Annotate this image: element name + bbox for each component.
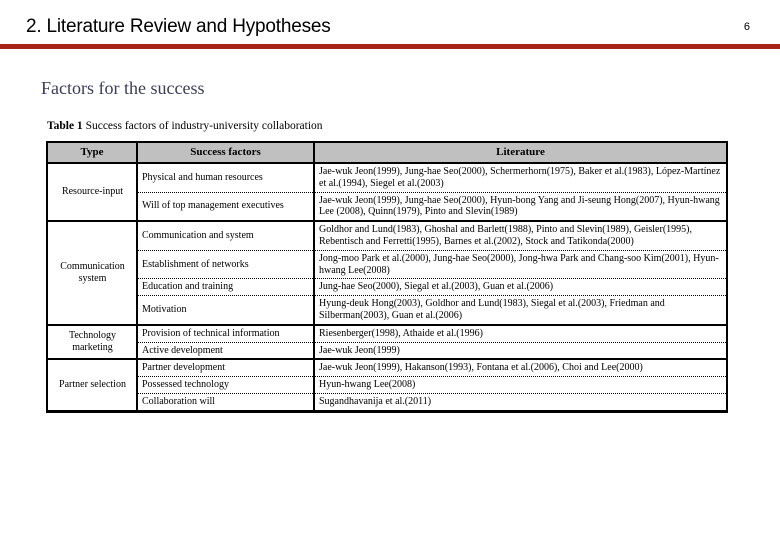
table-caption-text: Success factors of industry-university c…: [85, 120, 323, 132]
cell-literature: Jae-wuk Jeon(1999): [314, 342, 728, 361]
cell-success-factor: Possessed technology: [137, 376, 315, 394]
table-caption: Table 1 Success factors of industry-univ…: [47, 120, 323, 132]
cell-literature: Jong-moo Park et al.(2000), Jung-hae Seo…: [314, 250, 728, 280]
cell-success-factor: Collaboration will: [137, 393, 315, 413]
cell-literature: Goldhor and Lund(1983), Ghoshal and Barl…: [314, 221, 728, 251]
cell-literature: Sugandhavanija et al.(2011): [314, 393, 728, 413]
column-header-type: Type: [46, 141, 138, 164]
page-title: 2. Literature Review and Hypotheses: [26, 16, 331, 37]
page-number: 6: [743, 21, 750, 33]
table-row: Technology marketing Provision of technic…: [46, 324, 728, 361]
cell-type: Partner selection: [46, 359, 138, 413]
table-row: Resource-input Physical and human resourc…: [46, 163, 728, 223]
table-header: Type Success factors Literature: [46, 141, 728, 164]
cell-literature: Hyun-hwang Lee(2008): [314, 376, 728, 394]
cell-success-factor: Motivation: [137, 295, 315, 326]
table-header-row: Type Success factors Literature: [46, 141, 728, 164]
cell-literature: Jung-hae Seo(2000), Siegal et al.(2003),…: [314, 278, 728, 297]
cell-success-factor: Establishment of networks: [137, 250, 315, 280]
cell-success-factor: Communication and system: [137, 221, 315, 251]
cell-literature: Jae-wuk Jeon(1999), Jung-hae Seo(2000), …: [314, 192, 728, 223]
cell-type: Resource-input: [46, 163, 138, 223]
table-row: Establishment of networks Jong-moo Park e…: [47, 250, 728, 280]
table-row: Active development Jae-wuk Jeon(1999): [47, 342, 728, 361]
table-row: Communication system Communication and sy…: [46, 221, 728, 326]
success-factors-table: Type Success factors Literature Resource…: [46, 141, 728, 413]
header-divider: [0, 44, 780, 49]
column-header-literature: Literature: [313, 141, 728, 164]
section-subtitle: Factors for the success: [41, 78, 205, 98]
cell-success-factor: Physical and human resources: [137, 163, 315, 193]
table-caption-label: Table 1: [47, 120, 83, 132]
table-body: Resource-input Physical and human resourc…: [46, 163, 728, 413]
cell-type: Technology marketing: [46, 324, 138, 361]
cell-literature: Jae-wuk Jeon(1999), Jung-hae Seo(2000), …: [314, 163, 728, 193]
table-row: Possessed technology Hyun-hwang Lee(2008): [47, 376, 728, 394]
table-row: Collaboration will Sugandhavanija et al.(…: [47, 393, 728, 413]
cell-type: Communication system: [46, 221, 138, 326]
cell-success-factor: Provision of technical information: [137, 324, 315, 343]
table-row: Motivation Hyung-deuk Hong(2003), Goldhor…: [47, 295, 728, 326]
cell-success-factor: Education and training: [137, 278, 315, 297]
cell-success-factor: Will of top management executives: [137, 192, 315, 223]
cell-literature: Riesenberger(1998), Athaide et al.(1996): [314, 324, 728, 343]
column-header-success-factors: Success factors: [136, 141, 315, 164]
table-row: Education and training Jung-hae Seo(2000)…: [47, 278, 728, 297]
table-row: Partner selection Partner development Jae-…: [46, 359, 728, 413]
cell-success-factor: Partner development: [137, 359, 315, 378]
cell-success-factor: Active development: [137, 342, 315, 361]
cell-literature: Hyung-deuk Hong(2003), Goldhor and Lund(…: [314, 295, 728, 326]
cell-literature: Jae-wuk Jeon(1999), Hakanson(1993), Font…: [314, 359, 728, 378]
table-row: Will of top management executives Jae-wuk…: [47, 192, 728, 223]
